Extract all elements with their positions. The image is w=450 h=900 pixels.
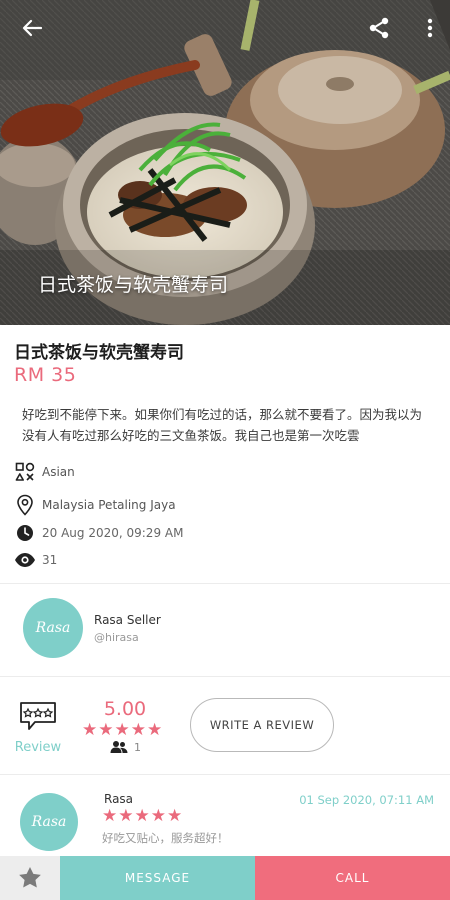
review-count-value: 1 xyxy=(134,740,141,754)
clock-icon xyxy=(14,522,36,544)
reviewer-avatar[interactable]: Rasa xyxy=(20,793,78,851)
posted-text: 20 Aug 2020, 09:29 AM xyxy=(42,526,184,540)
views-row: 31 xyxy=(14,549,57,571)
star-icon: ★ xyxy=(114,720,130,740)
seller-avatar[interactable]: Rasa xyxy=(23,598,83,658)
listing-description: 好吃到不能停下来。如果你们有吃过的话，那么就不要看了。因为我以为没有人有吃过那么… xyxy=(22,407,423,443)
divider xyxy=(0,583,450,584)
category-row: Asian xyxy=(14,461,75,483)
message-button[interactable]: MESSAGE xyxy=(60,856,255,900)
location-pin-icon xyxy=(14,494,36,516)
users-icon xyxy=(110,741,128,753)
star-icon: ★ xyxy=(82,720,98,740)
seller-handle: @hirasa xyxy=(94,631,139,644)
hero-caption: 日式茶饭与软壳蟹寿司 xyxy=(38,274,229,296)
back-arrow-icon[interactable] xyxy=(18,14,46,42)
star-icon: ★ xyxy=(118,806,134,826)
review-summary: Review xyxy=(10,700,66,755)
favorite-button[interactable] xyxy=(0,856,60,900)
review-date: 01 Sep 2020, 07:11 AM xyxy=(299,793,434,807)
seller-name[interactable]: Rasa Seller xyxy=(94,613,161,627)
review-label: Review xyxy=(14,740,62,755)
reviewer-name: Rasa xyxy=(104,792,134,806)
hero-image: 日式茶饭与软壳蟹寿司 xyxy=(0,0,450,325)
rating-score: 5.00 xyxy=(103,698,147,720)
call-button[interactable]: CALL xyxy=(255,856,450,900)
location-row: Malaysia Petaling Jaya xyxy=(14,494,176,516)
review-chat-icon xyxy=(20,702,56,730)
divider xyxy=(0,676,450,677)
review-stars: ★ ★ ★ ★ ★ xyxy=(102,808,182,825)
listing-price: RM 35 xyxy=(14,364,77,386)
rating-stars: ★ ★ ★ ★ ★ xyxy=(82,722,162,739)
views-count: 31 xyxy=(42,553,58,567)
seller-avatar-text: Rasa xyxy=(35,620,71,636)
star-icon: ★ xyxy=(102,806,118,826)
category-shapes-icon xyxy=(14,461,36,483)
category-text: Asian xyxy=(42,465,75,479)
location-text: Malaysia Petaling Jaya xyxy=(42,498,176,512)
listing-title: 日式茶饭与软壳蟹寿司 xyxy=(14,343,184,363)
review-count: 1 xyxy=(110,740,141,754)
star-icon: ★ xyxy=(167,806,183,826)
star-icon: ★ xyxy=(150,806,166,826)
posted-row: 20 Aug 2020, 09:29 AM xyxy=(14,522,183,544)
bottom-action-bar: MESSAGE CALL xyxy=(0,856,450,900)
star-icon: ★ xyxy=(130,720,146,740)
star-icon: ★ xyxy=(147,720,163,740)
star-icon: ★ xyxy=(98,720,114,740)
divider xyxy=(0,774,450,775)
star-icon xyxy=(19,866,41,888)
write-review-button[interactable]: WRITE A REVIEW xyxy=(190,698,334,752)
reviewer-avatar-text: Rasa xyxy=(31,814,67,830)
eye-icon xyxy=(14,549,36,571)
star-icon: ★ xyxy=(134,806,150,826)
more-vertical-icon[interactable] xyxy=(416,14,444,42)
share-icon[interactable] xyxy=(365,14,393,42)
review-text: 好吃又贴心，服务超好！ xyxy=(102,831,229,845)
